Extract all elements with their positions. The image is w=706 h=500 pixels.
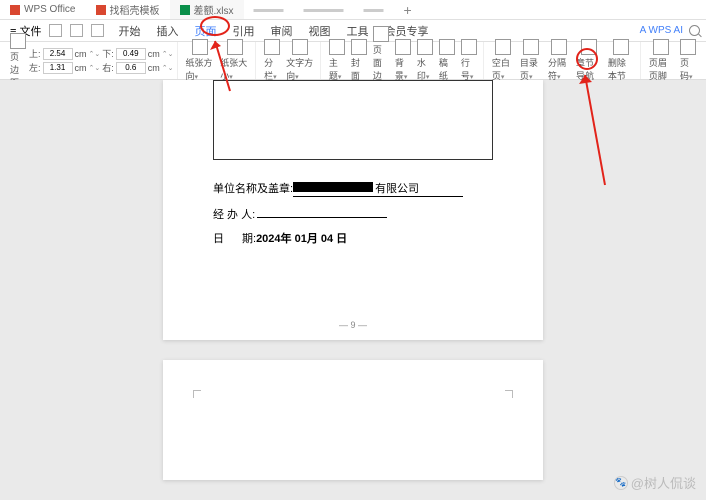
blank-page-button[interactable]: 空白页▾ <box>489 38 517 83</box>
paper-size-icon <box>227 39 243 55</box>
org-name-line: 单位名称及盖章: 有限公司 <box>213 180 493 197</box>
redo-icon[interactable] <box>91 24 104 37</box>
watermark-icon <box>417 39 433 55</box>
doc-icon <box>96 5 106 15</box>
cover-button[interactable]: 封面 <box>348 38 370 83</box>
cover-icon <box>351 39 367 55</box>
page-number-icon <box>680 39 696 55</box>
org-label: 单位名称及盖章: <box>213 180 293 196</box>
themes-icon <box>329 39 345 55</box>
org-suffix: 有限公司 <box>375 180 419 196</box>
orientation-button[interactable]: 纸张方向▾ <box>183 38 218 83</box>
menu-insert[interactable]: 插入 <box>150 21 184 41</box>
tab-spreadsheet[interactable]: 差额.xlsx <box>170 0 244 19</box>
tab-blurred-2[interactable]: ▬▬▬▬ <box>294 2 354 17</box>
margin-bottom-input[interactable] <box>116 48 146 60</box>
header-footer-button[interactable]: 页眉页脚 <box>646 38 677 83</box>
margin-top-input[interactable] <box>43 48 73 60</box>
tab-wps-office[interactable]: WPS Office <box>0 2 86 17</box>
toc-icon <box>523 39 539 55</box>
page-number-button[interactable]: 页码▾ <box>677 38 699 83</box>
line-number-button[interactable]: 行号▾ <box>458 38 480 83</box>
date-line: 日 期: 2024年 01月 04 日 <box>213 230 493 246</box>
page-number-display: — 9 — <box>163 320 543 330</box>
wps-logo-icon <box>10 5 20 15</box>
handler-underline <box>257 205 387 218</box>
date-label2: 期: <box>242 230 256 246</box>
handler-label: 经 办 人: <box>213 206 255 222</box>
margin-left-input[interactable] <box>43 62 73 74</box>
toc-button[interactable]: 目录页▾ <box>517 38 545 83</box>
ribbon: 页边距▾ 上:cm⌃⌄ 下:cm⌃⌄ 左:cm⌃⌄ 右:cm⌃⌄ 纸张方向▾ 纸… <box>0 42 706 80</box>
page-break-button[interactable]: 分隔符▾ <box>545 38 573 83</box>
new-tab-button[interactable]: + <box>394 0 422 20</box>
tab-label: 差额.xlsx <box>194 2 234 17</box>
margin-corner-tr <box>505 390 513 398</box>
image-watermark: 🐾 @树人侃谈 <box>614 473 696 492</box>
paper-style-button[interactable]: 稿纸 <box>436 38 458 83</box>
columns-button[interactable]: 分栏▾ <box>261 38 283 83</box>
themes-button[interactable]: 主题▾ <box>326 38 348 83</box>
chapter-nav-button[interactable]: 章节导航 <box>573 38 605 83</box>
document-page-10[interactable] <box>163 360 543 480</box>
redacted-text <box>293 182 373 192</box>
handler-line: 经 办 人: <box>213 205 493 222</box>
line-number-icon <box>461 39 477 55</box>
margin-icon <box>10 33 26 49</box>
text-direction-button[interactable]: 文字方向▾ <box>283 38 317 83</box>
tab-blurred-1[interactable]: ▬▬▬ <box>244 2 294 17</box>
tab-bar: WPS Office 找稻壳模板 差额.xlsx ▬▬▬ ▬▬▬▬ ▬▬ + <box>0 0 706 20</box>
chapter-nav-icon <box>581 39 597 55</box>
tab-label: WPS Office <box>24 4 76 15</box>
paw-icon: 🐾 <box>614 476 628 490</box>
paper-size-button[interactable]: 纸张大小▾ <box>217 38 252 83</box>
orientation-icon <box>192 39 208 55</box>
search-icon[interactable] <box>689 25 700 36</box>
delete-section-button[interactable]: 删除本节 <box>605 38 637 83</box>
tab-label: 找稻壳模板 <box>110 2 160 17</box>
delete-section-icon <box>613 39 629 55</box>
save-icon[interactable] <box>49 24 62 37</box>
background-button[interactable]: 背景▾ <box>392 38 414 83</box>
xls-icon <box>180 5 190 15</box>
tab-template[interactable]: 找稻壳模板 <box>86 0 170 19</box>
menu-page[interactable]: 页面 <box>188 21 222 41</box>
document-canvas[interactable]: 单位名称及盖章: 有限公司 经 办 人: 日 期: 2024年 01月 04 日… <box>0 80 706 500</box>
columns-icon <box>264 39 280 55</box>
watermark-button[interactable]: 水印▾ <box>414 38 436 83</box>
date-label: 日 <box>213 230 224 246</box>
date-value: 2024年 01月 04 日 <box>256 230 347 246</box>
tab-blurred-3[interactable]: ▬▬ <box>354 2 394 17</box>
document-page-9[interactable]: 单位名称及盖章: 有限公司 经 办 人: 日 期: 2024年 01月 04 日… <box>163 80 543 340</box>
header-footer-icon <box>653 39 669 55</box>
watermark-text: @树人侃谈 <box>631 473 696 492</box>
menu-start[interactable]: 开始 <box>112 21 146 41</box>
page-break-icon <box>551 39 567 55</box>
page-border-icon <box>373 26 389 42</box>
paper-icon <box>439 39 455 55</box>
background-icon <box>395 39 411 55</box>
margin-right-input[interactable] <box>116 62 146 74</box>
margin-corner-tl <box>193 390 201 398</box>
blank-page-icon <box>495 39 511 55</box>
wps-ai-button[interactable]: A WPS AI <box>640 25 683 36</box>
undo-icon[interactable] <box>70 24 83 37</box>
text-direction-icon <box>292 39 308 55</box>
content-rectangle <box>213 80 493 160</box>
